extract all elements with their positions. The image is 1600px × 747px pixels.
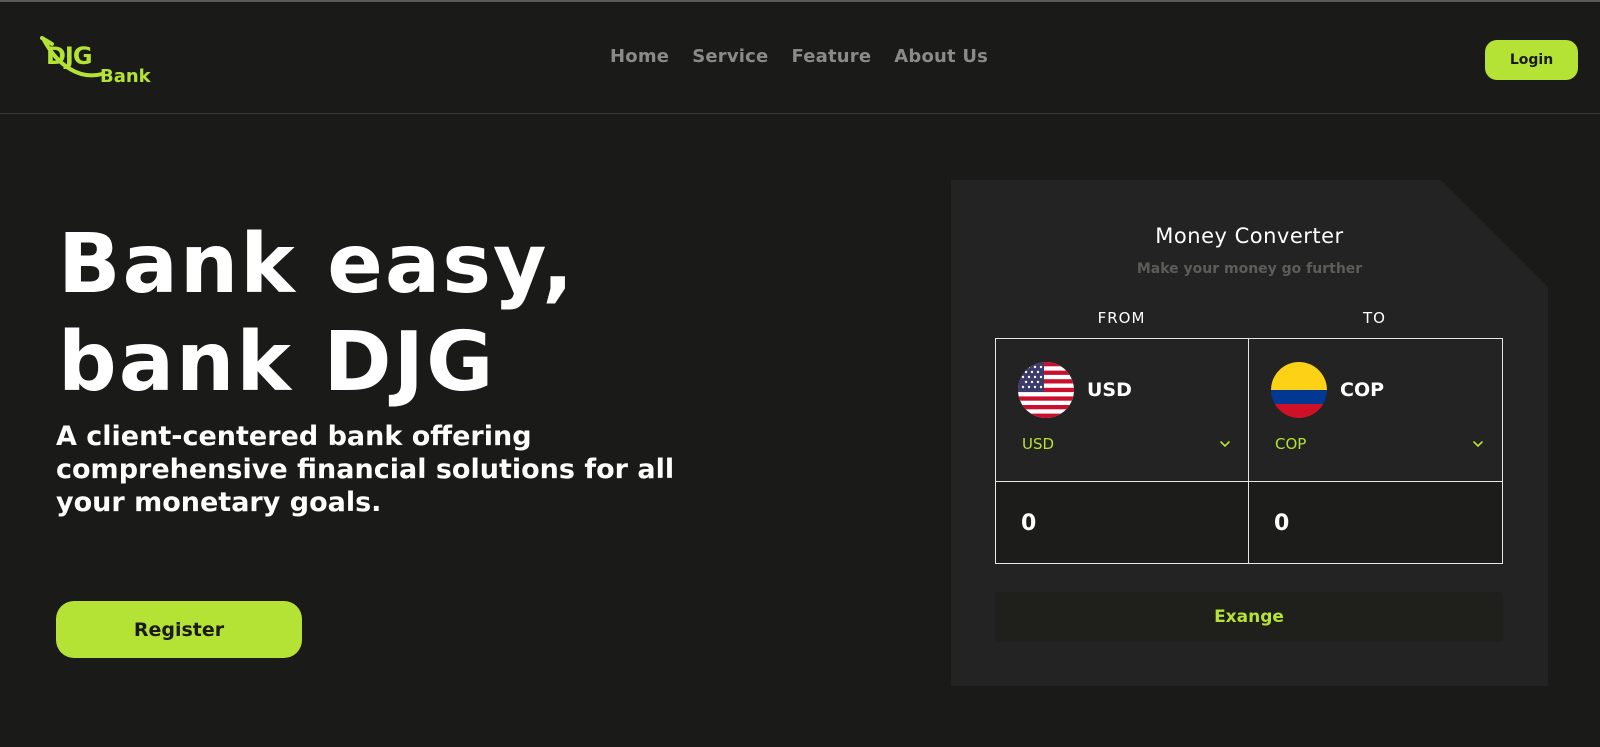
chevron-down-icon xyxy=(1473,441,1483,448)
to-currency-code: COP xyxy=(1340,379,1385,401)
money-converter-card: Money Converter Make your money go furth… xyxy=(951,180,1548,686)
from-currency-code: USD xyxy=(1087,379,1132,401)
nav-home[interactable]: Home xyxy=(610,46,669,67)
login-button[interactable]: Login xyxy=(1485,40,1578,80)
nav-about-us[interactable]: About Us xyxy=(894,46,988,67)
converter-subtitle: Make your money go further xyxy=(1136,261,1363,277)
converter-grid: USD USD COP COP xyxy=(995,338,1503,564)
chevron-down-icon xyxy=(1220,441,1230,448)
exchange-button[interactable]: Exange xyxy=(995,592,1503,642)
to-currency-selected: COP xyxy=(1275,435,1307,453)
hero-subtitle: A client-centered bank offering comprehe… xyxy=(56,421,675,518)
colombia-flag-icon xyxy=(1271,362,1327,418)
hero-title: Bank easy, bank DJG xyxy=(58,216,758,412)
from-currency-selected: USD xyxy=(1022,435,1055,453)
converter-title: Money Converter xyxy=(1155,224,1344,248)
site-header: DJG Bank Home Service Feature About Us L… xyxy=(0,2,1600,114)
register-button[interactable]: Register xyxy=(56,601,302,658)
to-amount-input[interactable] xyxy=(1274,508,1474,538)
to-amount-cell xyxy=(1249,482,1502,563)
from-currency-cell: USD USD xyxy=(996,339,1249,482)
from-currency-select[interactable]: USD xyxy=(1022,435,1232,457)
from-amount-cell xyxy=(996,482,1249,563)
logo-mark: DJG xyxy=(46,42,93,70)
nav-feature[interactable]: Feature xyxy=(791,46,871,67)
hero-title-line2: bank DJG xyxy=(58,315,496,410)
logo-text: Bank xyxy=(100,66,151,87)
us-flag-icon xyxy=(1018,362,1074,418)
from-label: FROM xyxy=(1097,309,1146,327)
brand-logo[interactable]: DJG Bank xyxy=(40,36,180,92)
from-amount-input[interactable] xyxy=(1021,508,1221,538)
nav-service[interactable]: Service xyxy=(692,46,768,67)
to-label: TO xyxy=(1363,309,1386,327)
to-currency-cell: COP COP xyxy=(1249,339,1502,482)
to-currency-select[interactable]: COP xyxy=(1275,435,1485,457)
hero-title-line1: Bank easy, xyxy=(58,217,576,312)
main-nav: Home Service Feature About Us xyxy=(610,46,988,67)
